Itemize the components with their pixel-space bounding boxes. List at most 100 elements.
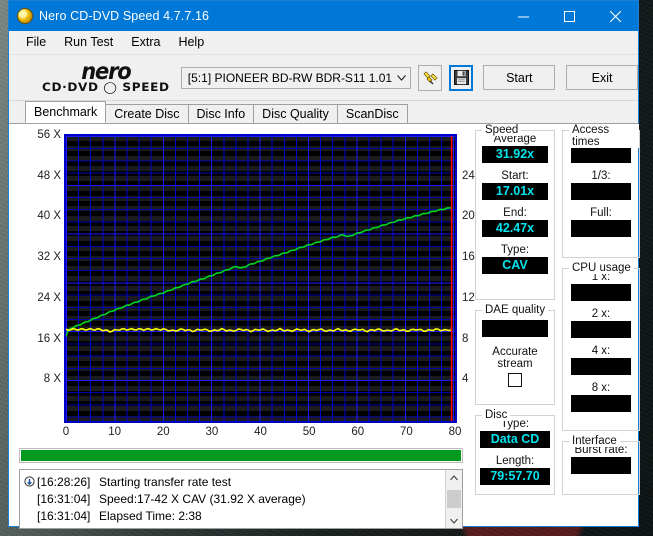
- chart-x-tick-label: 40: [254, 426, 267, 438]
- log-timestamp: [16:28:26]: [37, 474, 91, 489]
- log-row: [16:28:26] Starting transfer rate test: [22, 473, 445, 490]
- disc-length-value: 79:57.70: [480, 468, 550, 485]
- speed-end-value: 42.47x: [482, 220, 548, 237]
- menu-item-extra[interactable]: Extra: [122, 33, 169, 51]
- chart-y-tick-label: 48 X: [37, 169, 61, 182]
- nero-disc-icon: [17, 8, 33, 24]
- eject-plug-icon[interactable]: [418, 64, 443, 91]
- cpu-8x-label: 8 x:: [591, 382, 611, 394]
- benchmark-panel: 8 X 16 X 24 X 32 X 40 X 48 X 56 X 4 8 12 16 20 24 0…: [9, 123, 640, 529]
- access-full-label: Full:: [590, 207, 612, 219]
- chart-x-tick-label: 70: [399, 426, 413, 438]
- tab-benchmark[interactable]: Benchmark: [25, 101, 107, 123]
- tab-disc-quality[interactable]: Disc Quality: [253, 104, 338, 123]
- chart-y-tick-label: 24 X: [37, 291, 61, 304]
- chart-x-tick-label: 80: [448, 426, 462, 438]
- interface-title: Interface: [569, 435, 620, 447]
- toolbar: nero CD·DVD ◯ SPEED [5:1] PIONEER BD-RW …: [9, 54, 638, 101]
- cpu-usage-title: CPU usage: [569, 262, 634, 274]
- speed-start-value: 17.01x: [482, 183, 548, 200]
- access-times-panel: Access times Random: 1/3: Full:: [562, 124, 640, 258]
- cpu-8x-value: [571, 395, 631, 412]
- chart-y2-tick-label: 24: [462, 169, 475, 182]
- start-button[interactable]: Start: [483, 65, 556, 90]
- window-controls: [500, 1, 638, 31]
- log-timestamp: [16:31:04]: [37, 491, 91, 506]
- menu-item-run-test[interactable]: Run Test: [55, 33, 122, 51]
- menu-item-help[interactable]: Help: [169, 33, 213, 51]
- log-timestamp: [16:31:04]: [37, 508, 91, 523]
- chart-y-tick-label: 8 X: [43, 373, 61, 386]
- cpu-usage-panel: CPU usage 1 x: 2 x: 4 x: 8 x:: [562, 262, 640, 431]
- chart-y-tick-label: 32 X: [37, 251, 61, 264]
- cpu-4x-value: [571, 358, 631, 375]
- speed-end-label: End:: [503, 207, 527, 219]
- drive-select-value: [5:1] PIONEER BD-RW BDR-S11 1.01: [187, 70, 393, 85]
- log-message: Starting transfer rate test: [99, 474, 232, 489]
- drive-select[interactable]: [5:1] PIONEER BD-RW BDR-S11 1.01: [180, 66, 412, 89]
- chart-y-tick-label: 16 X: [37, 332, 61, 345]
- disc-length-label: Length:: [495, 455, 535, 467]
- log-message: Elapsed Time: 2:38: [99, 508, 202, 523]
- info-icon: [22, 476, 37, 487]
- log-scrollbar[interactable]: [445, 470, 462, 528]
- log-row: [16:31:04] Speed:17-42 X CAV (31.92 X ave…: [22, 490, 445, 507]
- chart-y2-tick-label: 16: [462, 251, 475, 264]
- disc-type-value: Data CD: [480, 431, 550, 448]
- chevron-down-icon: [392, 74, 410, 81]
- log-rows: [16:28:26] Starting transfer rate test [16…: [20, 470, 445, 528]
- tab-scandisc[interactable]: ScanDisc: [336, 104, 408, 123]
- dae-quality-panel: DAE quality Accurate stream: [475, 304, 555, 405]
- log-row: [16:31:04] Elapsed Time: 2:38: [22, 507, 445, 524]
- chart-x-tick-label: 0: [62, 426, 70, 438]
- access-random-value: [571, 146, 631, 163]
- speed-type-label: Type:: [500, 244, 530, 256]
- access-third-label: 1/3:: [591, 170, 611, 182]
- progress-bar: [19, 448, 463, 463]
- chevron-up-icon[interactable]: [446, 470, 462, 485]
- maximize-icon[interactable]: [546, 1, 592, 31]
- close-icon[interactable]: [592, 1, 638, 31]
- chart-x-tick-label: 30: [205, 426, 219, 438]
- tab-strip: Benchmark Create Disc Disc Info Disc Qua…: [9, 101, 638, 123]
- minimize-icon[interactable]: [500, 1, 546, 31]
- cpu-1x-value: [571, 284, 631, 301]
- access-third-value: [571, 183, 631, 200]
- title-bar: Nero CD-DVD Speed 4.7.7.16: [9, 1, 638, 31]
- chart-line-read-speed: [66, 208, 452, 337]
- speed-start-label: Start:: [501, 170, 529, 182]
- dae-quality-title: DAE quality: [482, 304, 549, 316]
- application-window: Nero CD-DVD Speed 4.7.7.16 File Run Test…: [8, 0, 640, 529]
- speed-type-value: CAV: [482, 257, 548, 274]
- scrollbar-thumb[interactable]: [447, 490, 461, 508]
- log-message: Speed:17-42 X CAV (31.92 X average): [99, 491, 306, 506]
- chart-plot-area: [64, 134, 457, 423]
- disc-panel: Disc Type: Data CD Length: 79:57.70: [475, 409, 555, 495]
- speed-panel-title: Speed: [482, 124, 522, 136]
- nero-logo: nero CD·DVD ◯ SPEED: [37, 57, 175, 93]
- accurate-stream-label-line1: Accurate: [492, 346, 538, 358]
- tab-create-disc[interactable]: Create Disc: [105, 104, 189, 123]
- floppy-save-icon[interactable]: [449, 64, 474, 91]
- access-times-title: Access times: [569, 124, 639, 148]
- interface-panel: Interface Burst rate:: [562, 435, 640, 495]
- log-list[interactable]: [16:28:26] Starting transfer rate test [16…: [19, 469, 463, 529]
- disc-panel-title: Disc: [482, 409, 511, 421]
- burst-rate-value: [571, 457, 631, 474]
- progress-bar-fill: [21, 450, 461, 461]
- speed-panel: Speed Average 31.92x Start: 17.01x End: …: [475, 124, 555, 300]
- cpu-4x-label: 4 x:: [591, 345, 611, 357]
- speed-average-value: 31.92x: [482, 146, 548, 163]
- tab-disc-info[interactable]: Disc Info: [187, 104, 255, 123]
- nero-logo-wordmark: nero: [81, 57, 131, 85]
- exit-button[interactable]: Exit: [566, 65, 638, 90]
- chart-line-transfer-rate: [66, 329, 452, 332]
- chart-x-tick-label: 60: [351, 426, 365, 438]
- chart-x-tick-label: 20: [156, 426, 170, 438]
- chevron-down-icon[interactable]: [446, 513, 462, 528]
- window-title: Nero CD-DVD Speed 4.7.7.16: [39, 9, 210, 23]
- menu-item-file[interactable]: File: [17, 33, 55, 51]
- accurate-stream-checkbox[interactable]: [508, 373, 522, 387]
- menu-bar: File Run Test Extra Help: [9, 31, 638, 54]
- chart-y-tick-label: 56 X: [37, 129, 61, 141]
